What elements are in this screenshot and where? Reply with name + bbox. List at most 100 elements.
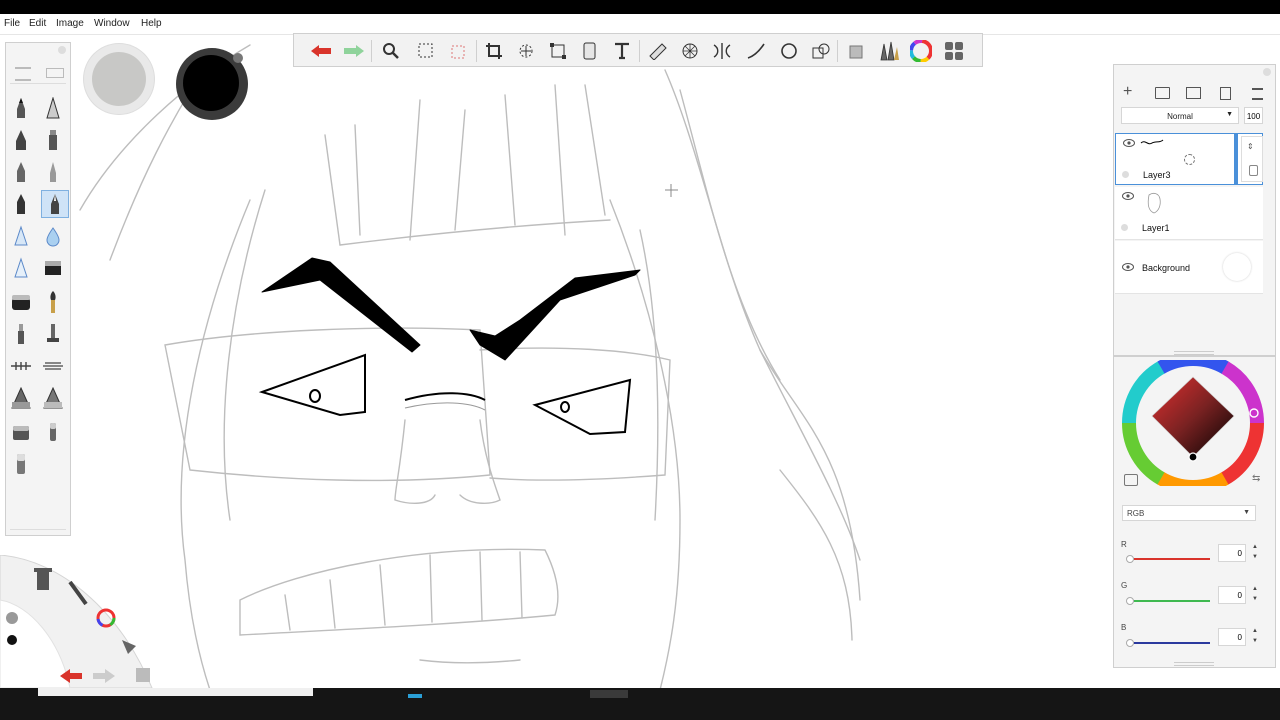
distort-icon[interactable] — [546, 39, 570, 63]
selected-pen-icon[interactable] — [41, 190, 69, 218]
layer-lock-dot[interactable] — [1122, 171, 1129, 178]
magic-wand-icon[interactable] — [447, 39, 471, 63]
color-mode-select[interactable]: RGB ▼ — [1122, 505, 1256, 521]
add-image-layer-icon[interactable] — [1186, 87, 1201, 99]
stamp-tool-icon[interactable] — [41, 321, 65, 347]
brush-library-icon[interactable] — [877, 39, 901, 63]
layer-row-background[interactable]: Background — [1115, 241, 1263, 294]
blue-value-field[interactable]: 0 — [1218, 628, 1246, 646]
texture-brush-icon[interactable] — [41, 385, 65, 411]
blue-channel-slider[interactable] — [1134, 642, 1210, 644]
perspective-icon[interactable] — [678, 39, 702, 63]
visibility-eye-icon[interactable] — [1122, 192, 1134, 200]
text-icon[interactable] — [610, 39, 634, 63]
transform-icon[interactable] — [514, 39, 538, 63]
ballpoint-icon[interactable] — [9, 159, 33, 185]
smudge-icon[interactable] — [9, 255, 33, 281]
layer-row-layer1[interactable]: Layer1 — [1115, 187, 1263, 240]
airbrush-icon[interactable] — [9, 223, 33, 249]
secondary-color-puck-ring[interactable] — [84, 44, 154, 114]
eraser-icon[interactable] — [9, 419, 33, 445]
panels-icon[interactable] — [942, 39, 966, 63]
line-brush-icon[interactable] — [41, 353, 65, 379]
channel-slider-knob[interactable] — [1126, 597, 1134, 605]
add-group-icon[interactable] — [1155, 87, 1170, 99]
curve-icon[interactable] — [744, 39, 768, 63]
brush-preset-icon[interactable] — [46, 68, 64, 78]
swap-colors-icon[interactable]: ⇆ — [1252, 473, 1260, 484]
blender-icon[interactable] — [9, 289, 33, 315]
palette-divider — [10, 83, 66, 84]
red-value-field[interactable]: 0 — [1218, 544, 1246, 562]
small-eraser-icon[interactable] — [41, 419, 65, 445]
menu-window[interactable]: Window — [94, 18, 130, 29]
move-layer-icon[interactable]: ⇕ — [1247, 142, 1254, 151]
drawing-canvas[interactable] — [0, 35, 1280, 688]
channel-slider-knob[interactable] — [1126, 639, 1134, 647]
menu-file[interactable]: File — [4, 18, 20, 29]
redo-icon[interactable] — [342, 39, 366, 63]
blue-stepper[interactable]: ▲ ▼ — [1250, 626, 1260, 648]
symmetry-icon[interactable] — [578, 39, 602, 63]
eyedropper-icon[interactable] — [1124, 474, 1138, 486]
visibility-eye-icon[interactable] — [1123, 139, 1135, 147]
watercolor-icon[interactable] — [41, 223, 65, 249]
stamp-icon[interactable] — [844, 39, 868, 63]
layers-panel-grip[interactable] — [1263, 68, 1271, 76]
menu-edit[interactable]: Edit — [29, 18, 46, 29]
taskbar-app-icon[interactable] — [408, 694, 422, 698]
lagoon-layer-icon[interactable] — [136, 668, 150, 682]
ink-pen-icon[interactable] — [9, 127, 33, 153]
merge-layer-icon[interactable] — [1220, 87, 1231, 100]
fill-brush-icon[interactable] — [9, 385, 33, 411]
ruler-icon[interactable] — [646, 39, 670, 63]
ellipse-icon[interactable] — [777, 39, 801, 63]
color-wheel-icon[interactable] — [909, 39, 933, 63]
channel-label-b: B — [1121, 623, 1127, 632]
felt-pen-icon[interactable] — [9, 191, 33, 217]
color-picker-handle[interactable] — [1188, 452, 1198, 462]
channel-slider-knob[interactable] — [1126, 555, 1134, 563]
taskbar-active-app[interactable] — [590, 690, 628, 698]
technical-pen-icon[interactable] — [41, 95, 65, 121]
paint-brush-icon[interactable] — [41, 289, 65, 315]
undo-icon[interactable] — [309, 39, 333, 63]
select-icon[interactable] — [414, 39, 438, 63]
layer-selected-marker — [1234, 133, 1238, 185]
layer-lock-dot[interactable] — [1121, 224, 1128, 231]
layer-options-column: ⇕ — [1241, 136, 1263, 182]
green-value-field[interactable]: 0 — [1218, 586, 1246, 604]
menu-help[interactable]: Help — [141, 18, 162, 29]
green-stepper[interactable]: ▲ ▼ — [1250, 584, 1260, 606]
soft-eraser-icon[interactable] — [9, 451, 33, 477]
shapes-icon[interactable] — [809, 39, 833, 63]
zoom-icon[interactable] — [379, 39, 403, 63]
eraser-block-icon[interactable] — [41, 255, 65, 281]
puck-handle[interactable] — [233, 53, 243, 63]
red-channel-slider[interactable] — [1134, 558, 1210, 560]
palette-grip[interactable] — [58, 46, 66, 54]
pencil-icon[interactable] — [9, 95, 33, 121]
blend-mode-select[interactable]: Normal ▼ — [1121, 107, 1239, 124]
visibility-eye-icon[interactable] — [1122, 263, 1134, 271]
panel-resize-handle[interactable] — [1174, 351, 1214, 355]
toolbar-divider — [371, 40, 372, 62]
crop-icon[interactable] — [482, 39, 506, 63]
marker-icon[interactable] — [41, 127, 65, 153]
red-stepper[interactable]: ▲ ▼ — [1250, 542, 1260, 564]
lock-icon[interactable] — [1249, 165, 1258, 176]
color-wheel[interactable] — [1122, 360, 1265, 486]
fine-pen-icon[interactable] — [41, 159, 65, 185]
opacity-field[interactable]: 100 — [1244, 107, 1263, 124]
layer-menu-icon[interactable] — [1252, 88, 1263, 100]
green-channel-slider[interactable] — [1134, 600, 1210, 602]
background-color-swatch[interactable] — [1223, 253, 1251, 281]
current-color-puck-ring[interactable] — [176, 48, 248, 120]
panel-resize-handle[interactable] — [1174, 662, 1214, 666]
brush-settings-icon[interactable] — [15, 67, 31, 81]
menu-image[interactable]: Image — [56, 18, 84, 29]
ruler-brush-icon[interactable] — [9, 353, 33, 379]
add-layer-icon[interactable]: + — [1123, 84, 1132, 100]
symmetry-brush-icon[interactable] — [710, 39, 734, 63]
chisel-icon[interactable] — [9, 321, 33, 347]
